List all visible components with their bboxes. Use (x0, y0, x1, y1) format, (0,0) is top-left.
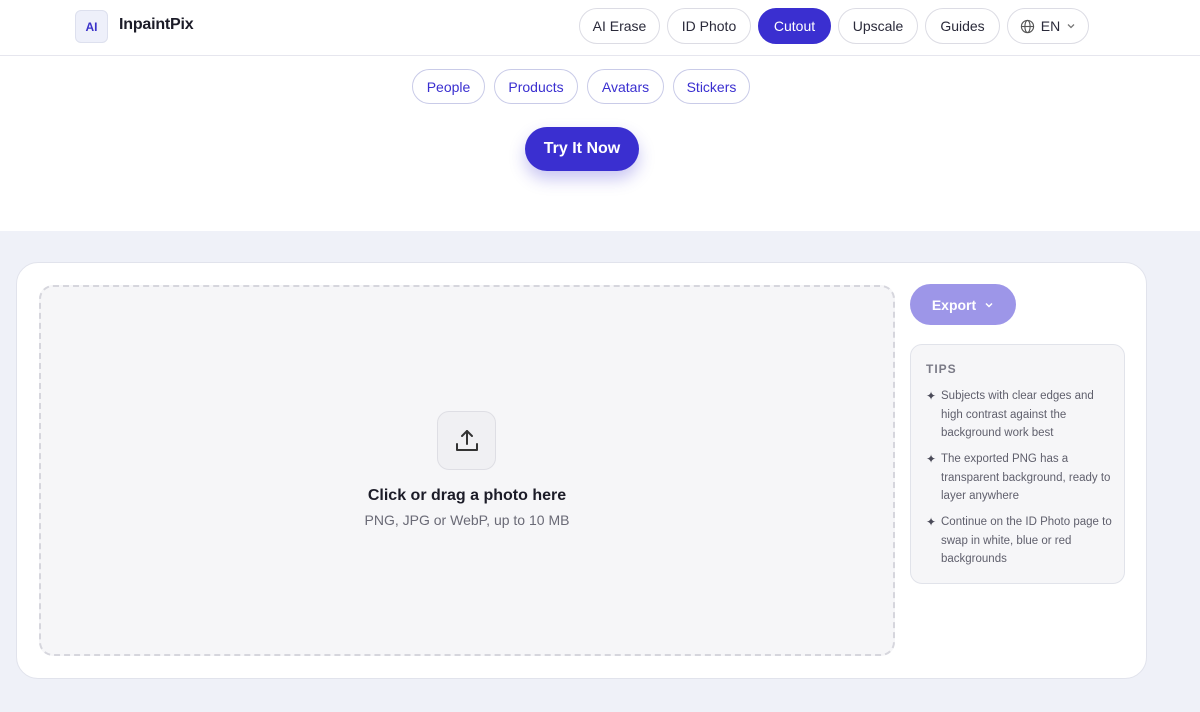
tip-item: ✦ Continue on the ID Photo page to swap … (926, 513, 1116, 569)
nav-ai-erase[interactable]: AI Erase (579, 8, 660, 44)
export-label: Export (931, 296, 977, 313)
upload-dropzone[interactable] (39, 285, 895, 656)
sparkle-icon: ✦ (926, 389, 937, 403)
language-label: EN (1040, 18, 1061, 34)
brand-name[interactable]: InpaintPix (119, 16, 194, 34)
chip-avatars[interactable]: Avatars (587, 69, 664, 104)
export-button[interactable]: Export (910, 284, 1016, 325)
sparkle-icon: ✦ (926, 452, 937, 466)
nav-upscale[interactable]: Upscale (838, 8, 918, 44)
sparkle-icon: ✦ (926, 515, 937, 529)
dropzone-subtitle: PNG, JPG or WebP, up to 10 MB (364, 512, 570, 528)
tips-panel: TIPS ✦ Subjects with clear edges and hig… (910, 344, 1125, 584)
tip-text: Subjects with clear edges and high contr… (941, 390, 1094, 439)
tips-title: TIPS (926, 362, 957, 376)
chevron-down-icon (1066, 21, 1076, 31)
top-header: AI InpaintPix AI Erase ID Photo Cutout U… (0, 0, 1200, 56)
tip-item: ✦ Subjects with clear edges and high con… (926, 387, 1116, 443)
tip-text: The exported PNG has a transparent backg… (941, 453, 1111, 502)
tip-item: ✦ The exported PNG has a transparent bac… (926, 450, 1116, 506)
nav-guides[interactable]: Guides (925, 8, 1000, 44)
chip-products[interactable]: Products (494, 69, 578, 104)
try-it-now-button[interactable]: Try It Now (525, 127, 639, 171)
upload-icon[interactable] (437, 411, 496, 470)
language-selector[interactable]: EN (1007, 8, 1089, 44)
chevron-down-icon (984, 297, 994, 313)
nav-id-photo[interactable]: ID Photo (667, 8, 751, 44)
tip-text: Continue on the ID Photo page to swap in… (941, 516, 1112, 565)
globe-icon (1020, 19, 1035, 34)
chip-stickers[interactable]: Stickers (673, 69, 750, 104)
nav-cutout[interactable]: Cutout (758, 8, 831, 44)
logo-badge[interactable]: AI (75, 10, 108, 43)
chip-people[interactable]: People (412, 69, 485, 104)
dropzone-title: Click or drag a photo here (367, 487, 567, 504)
